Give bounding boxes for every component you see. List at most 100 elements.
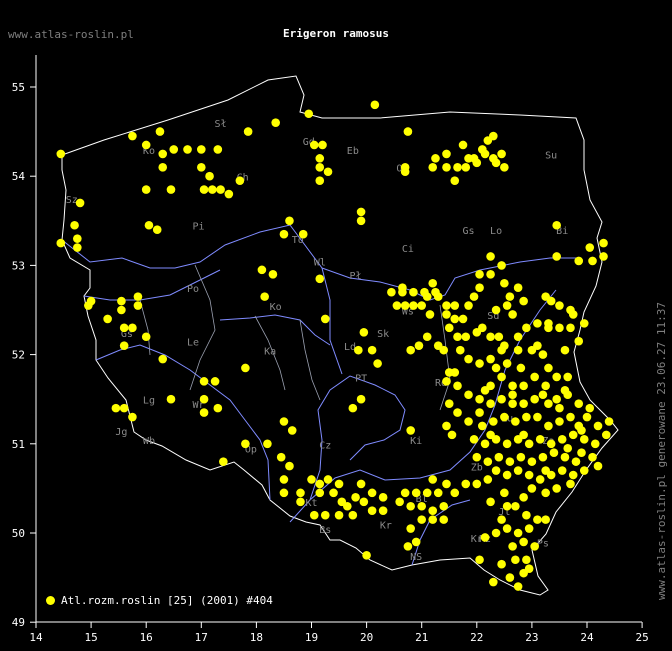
occurrence-point [538, 390, 548, 400]
occurrence-point [502, 501, 512, 511]
occurrence-point [480, 149, 490, 159]
occurrence-point [604, 417, 614, 426]
occurrence-point [555, 301, 564, 310]
occurrence-point [464, 390, 473, 400]
occurrence-point [309, 140, 319, 150]
occurrence-point [444, 323, 454, 333]
occurrence-point [422, 488, 432, 498]
region-label: Pł [350, 271, 362, 282]
occurrence-point [533, 412, 542, 422]
occurrence-point [568, 430, 578, 440]
region-label: Sk [377, 329, 389, 340]
occurrence-point [428, 278, 438, 288]
occurrence-point [442, 377, 451, 386]
occurrence-point [155, 127, 165, 136]
occurrence-point [141, 185, 151, 194]
occurrence-point [257, 265, 267, 275]
occurrence-point [577, 426, 586, 435]
occurrence-point [354, 345, 363, 355]
occurrence-point [486, 399, 495, 408]
legend: Atl.rozm.roslin [25] (2001) #404 [46, 594, 273, 607]
occurrence-point [166, 185, 176, 194]
occurrence-point [497, 559, 506, 569]
occurrence-point [343, 501, 352, 511]
x-tick-label: 15 [84, 631, 97, 644]
occurrence-point [563, 372, 573, 382]
occurrence-point [552, 394, 561, 404]
region-label: Kt [305, 498, 317, 509]
occurrence-point [387, 287, 396, 297]
occurrence-point [590, 439, 600, 449]
occurrence-point [552, 484, 561, 493]
occurrence-point [403, 542, 413, 551]
occurrence-point [491, 528, 501, 538]
occurrence-point [524, 470, 534, 480]
occurrence-point [298, 229, 308, 239]
occurrence-point [475, 408, 484, 417]
occurrence-point [370, 100, 380, 110]
occurrence-point [480, 533, 490, 542]
occurrence-point [544, 399, 553, 408]
occurrence-point [524, 524, 534, 533]
occurrence-point [486, 332, 495, 342]
occurrence-point [516, 363, 526, 373]
occurrence-point [560, 345, 570, 355]
occurrence-point [497, 372, 506, 382]
occurrence-point [527, 457, 537, 466]
occurrence-point [158, 354, 168, 364]
occurrence-point [334, 510, 344, 520]
occurrence-point [356, 394, 366, 404]
occurrence-point [403, 127, 413, 136]
occurrence-point [320, 314, 330, 324]
occurrence-point [461, 332, 471, 342]
x-tick-label: 17 [195, 631, 208, 644]
occurrence-point [585, 403, 595, 413]
occurrence-point [433, 292, 443, 301]
occurrence-point [285, 216, 294, 226]
occurrence-point [574, 336, 584, 346]
occurrence-point [593, 461, 603, 471]
region-label: Pi [193, 222, 205, 233]
occurrence-point [315, 488, 325, 498]
occurrence-point [497, 261, 506, 270]
occurrence-point [450, 488, 460, 498]
occurrence-point [356, 216, 366, 226]
occurrence-point [588, 452, 597, 462]
occurrence-point [450, 176, 460, 185]
occurrence-point [315, 479, 325, 489]
occurrence-point [464, 417, 473, 426]
y-tick-label: 54 [12, 170, 26, 183]
region-label: Ci [402, 244, 414, 255]
occurrence-point [505, 292, 515, 301]
occurrence-point [318, 140, 327, 150]
occurrence-point [502, 301, 512, 310]
occurrence-point [524, 564, 534, 573]
occurrence-point [199, 185, 209, 194]
occurrence-point [579, 466, 589, 475]
occurrence-point [458, 314, 468, 324]
occurrence-point [593, 421, 603, 431]
occurrence-point [546, 439, 556, 449]
occurrence-point [464, 354, 473, 364]
occurrence-point [530, 394, 539, 404]
occurrence-point [442, 149, 451, 159]
occurrence-point [442, 162, 451, 172]
occurrence-point [141, 140, 151, 150]
occurrence-point [568, 470, 578, 480]
occurrence-point [329, 488, 338, 498]
occurrence-point [166, 394, 176, 404]
occurrence-point [535, 475, 545, 484]
occurrence-point [480, 385, 490, 395]
occurrence-point [117, 305, 126, 315]
occurrence-point [538, 452, 548, 462]
occurrence-point [508, 390, 517, 400]
y-tick-label: 53 [12, 259, 25, 272]
occurrence-point [315, 274, 325, 284]
occurrence-point [119, 403, 129, 413]
occurrence-point [216, 185, 225, 194]
occurrence-point [433, 488, 443, 498]
occurrence-point [541, 466, 550, 475]
occurrence-point [56, 238, 66, 248]
occurrence-point [585, 243, 595, 252]
occurrence-point [453, 381, 462, 391]
